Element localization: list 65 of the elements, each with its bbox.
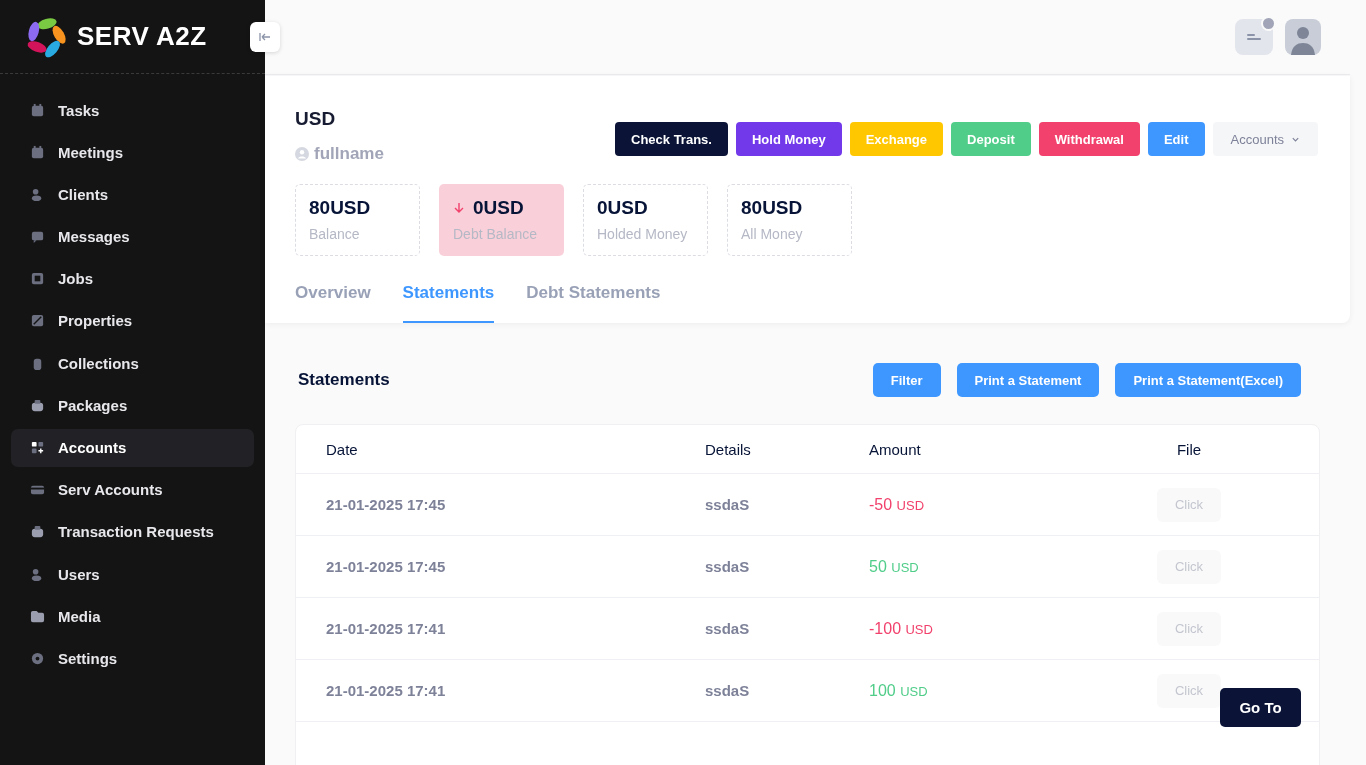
calendar-icon — [30, 102, 45, 118]
column-header: Details — [705, 440, 752, 458]
calendar-icon — [30, 144, 45, 160]
status-dot — [1261, 16, 1276, 31]
stat-value: 80USD — [741, 197, 803, 219]
sidebar-item[interactable]: Collections — [11, 344, 254, 383]
stat-value: 80USD — [309, 197, 371, 219]
accounts-dropdown[interactable]: Accounts — [1212, 122, 1318, 156]
grid-icon — [30, 440, 45, 455]
notification-icon — [1247, 34, 1261, 40]
section-title: Statements — [298, 370, 390, 390]
action-button[interactable]: Hold Money — [735, 122, 842, 156]
sidebar-item[interactable]: Tasks — [11, 91, 254, 129]
box-icon — [30, 271, 45, 287]
collapse-button[interactable] — [250, 22, 280, 52]
percent-icon — [30, 313, 45, 329]
sidebar-item[interactable]: Messages — [11, 217, 254, 256]
bag-icon — [30, 397, 45, 413]
user-icon — [295, 147, 309, 161]
brand-name: SERV A2Z — [77, 21, 207, 52]
sidebar-item[interactable]: Transaction Requests — [11, 512, 254, 551]
sidebar-item[interactable]: Packages — [11, 386, 254, 425]
stat-label: All Money — [741, 226, 804, 242]
table-cell-text: 21-01-2025 17:41 — [326, 682, 447, 699]
table-cell-text: 21-01-2025 17:45 — [326, 496, 447, 513]
gear-icon — [30, 650, 45, 666]
arrow-down-icon — [453, 202, 465, 214]
stat-label: Balance — [309, 226, 361, 242]
stat-label: Debt Balance — [453, 226, 539, 242]
table-cell-text: 21-01-2025 17:41 — [326, 620, 447, 637]
column-header: File — [1175, 440, 1203, 458]
account-owner: fullname — [314, 144, 384, 164]
sidebar-item[interactable]: Media — [11, 597, 254, 636]
table-cell-text: 21-01-2025 17:45 — [326, 558, 447, 575]
go-to-button[interactable]: Go To — [1220, 688, 1301, 727]
arrow-left-icon — [259, 31, 271, 43]
stat-value: 0USD — [597, 197, 648, 219]
action-button[interactable]: Check Trans. — [615, 122, 728, 156]
stat-label: Holded Money — [597, 226, 689, 242]
notification-button[interactable] — [1235, 19, 1273, 55]
sidebar-item[interactable]: Settings — [11, 639, 254, 678]
folder-icon — [30, 608, 45, 624]
sidebar-item[interactable]: Jobs — [11, 259, 254, 298]
amount-cell-text: -100 USD — [869, 619, 934, 638]
table-cell-text: ssdaS — [705, 496, 751, 513]
amount-cell-text: 100 USD — [869, 681, 929, 700]
action-button[interactable]: Withdrawal — [1038, 122, 1140, 156]
account-currency: USD — [295, 108, 337, 130]
column-header: Amount — [869, 440, 922, 458]
sidebar-item[interactable]: Users — [11, 555, 254, 594]
stat-value: 0USD — [473, 197, 524, 219]
bag-icon — [30, 524, 45, 540]
table-cell-text: ssdaS — [705, 620, 751, 637]
table-cell-text: ssdaS — [705, 558, 751, 575]
avatar-icon[interactable] — [1285, 19, 1321, 55]
sidebar-item[interactable]: Meetings — [11, 133, 254, 172]
table-cell-text: ssdaS — [705, 682, 751, 699]
amount-cell-text: -50 USD — [869, 495, 926, 514]
sidebar-item[interactable]: Accounts — [11, 428, 254, 467]
sidebar-item[interactable]: Serv Accounts — [11, 470, 254, 509]
sidebar-item[interactable]: Clients — [11, 175, 254, 214]
amount-cell-text: 50 USD — [869, 557, 920, 576]
sidebar-item[interactable]: Properties — [11, 301, 254, 340]
chat-icon — [30, 229, 45, 245]
column-header: Date — [326, 440, 359, 458]
